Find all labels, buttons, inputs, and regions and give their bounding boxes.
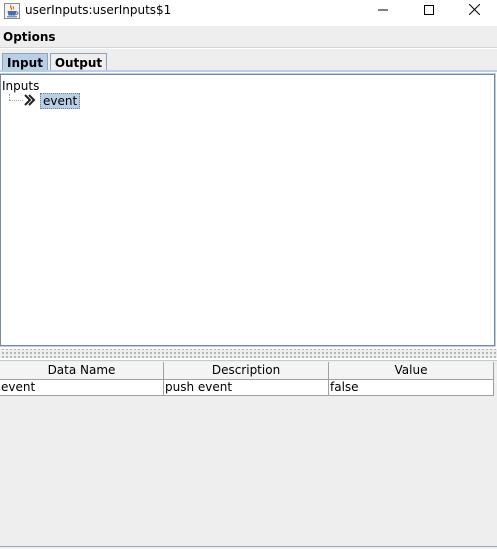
tree-root-label[interactable]: Inputs	[2, 79, 39, 93]
minimize-icon	[378, 4, 388, 18]
table-cell-data-name[interactable]: event	[0, 380, 164, 395]
minimize-button[interactable]	[360, 0, 406, 22]
double-chevron-right-icon	[23, 93, 37, 107]
close-button[interactable]	[451, 0, 497, 22]
column-header-description[interactable]: Description	[164, 362, 329, 380]
tab-content-border	[0, 70, 497, 72]
data-table-area: Data Name Description Value event push e…	[0, 360, 497, 549]
table-row[interactable]: event push event false	[0, 380, 494, 396]
tab-output[interactable]: Output	[50, 53, 107, 71]
maximize-button[interactable]	[406, 0, 452, 22]
column-header-value[interactable]: Value	[329, 362, 494, 380]
close-icon	[468, 3, 480, 18]
window-title: userInputs:userInputs$1	[25, 3, 172, 17]
table-cell-description[interactable]: push event	[164, 380, 329, 395]
java-cup-icon	[4, 3, 20, 19]
split-pane-divider[interactable]	[0, 349, 497, 358]
tab-input[interactable]: Input	[2, 53, 48, 71]
inputs-tree[interactable]: Inputs event	[0, 73, 496, 347]
maximize-icon	[424, 4, 434, 18]
table-header: Data Name Description Value	[0, 362, 494, 380]
column-header-data-name[interactable]: Data Name	[0, 362, 164, 380]
table-cell-value[interactable]: false	[329, 380, 494, 395]
tree-connector-line	[9, 100, 23, 101]
tree-node-event[interactable]: event	[40, 93, 81, 109]
title-bar: userInputs:userInputs$1	[0, 0, 497, 22]
menu-bar: Options	[0, 26, 497, 48]
data-table: Data Name Description Value event push e…	[0, 362, 494, 396]
window-bottom-border	[0, 546, 497, 547]
menu-options[interactable]: Options	[3, 30, 56, 44]
